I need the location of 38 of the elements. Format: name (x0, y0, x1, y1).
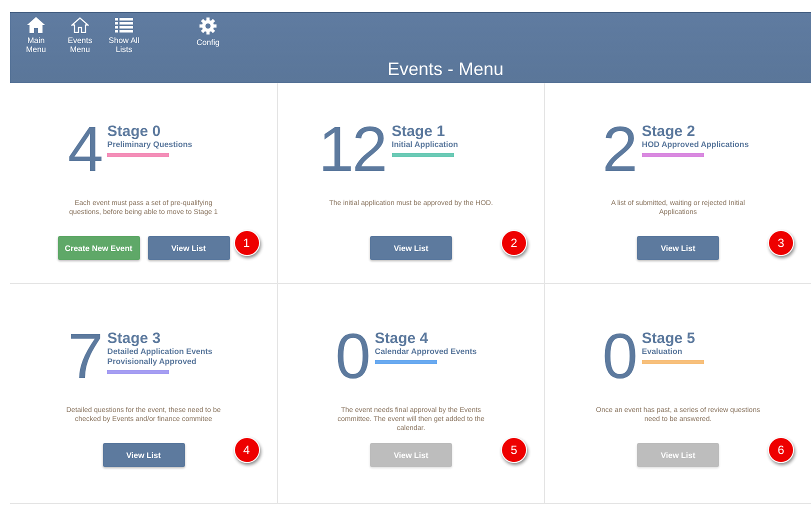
home-icon (71, 17, 89, 33)
step-badge: 3 (768, 230, 794, 256)
view-list-button[interactable]: View List (637, 236, 719, 260)
step-badge: 5 (501, 437, 527, 463)
step-badge: 2 (501, 230, 527, 256)
step-badge: 6 (768, 437, 794, 463)
step-badge: 1 (234, 230, 260, 256)
toolbar-button[interactable]: Events Menu (62, 17, 98, 54)
stage-subtitle: HOD Approved Applications (642, 140, 750, 150)
toolbar-button[interactable]: Config (190, 17, 226, 47)
stage-subtitle: Detailed Application Events Provisionally Approved (107, 347, 214, 367)
event-count: 2 (602, 121, 636, 177)
view-list-button[interactable]: View List (370, 236, 452, 260)
stage-subtitle: Calendar Approved Events (374, 347, 478, 357)
event-count: 12 (318, 121, 386, 177)
stage-title: Stage 0 (107, 123, 162, 140)
stage-title: Stage 5 (642, 330, 696, 347)
event-count: 4 (68, 121, 102, 177)
stage-subtitle: Initial Application (392, 140, 459, 150)
home-icon (27, 17, 45, 33)
stage-title: Stage 3 (107, 330, 162, 347)
view-list-button[interactable]: View List (148, 236, 230, 260)
toolbar-button[interactable]: Show All Lists (106, 17, 142, 54)
list-icon (115, 17, 133, 33)
event-count: 0 (602, 328, 636, 384)
stage-title: Stage 1 (392, 123, 446, 140)
stage-subtitle: Evaluation (642, 347, 684, 357)
page-title: Events - Menu (386, 59, 504, 79)
step-badge: 4 (234, 437, 260, 463)
stage-subtitle: Preliminary Questions (107, 140, 194, 150)
settings-icon (199, 17, 217, 35)
create-event-button[interactable]: Create New Event (58, 236, 140, 260)
event-count: 0 (335, 328, 369, 384)
view-list-button[interactable]: View List (102, 443, 184, 467)
stage-title: Stage 2 (642, 123, 696, 140)
stage-title: Stage 4 (374, 330, 430, 347)
event-count: 7 (68, 328, 102, 384)
toolbar-button[interactable]: Main Menu (18, 17, 54, 54)
